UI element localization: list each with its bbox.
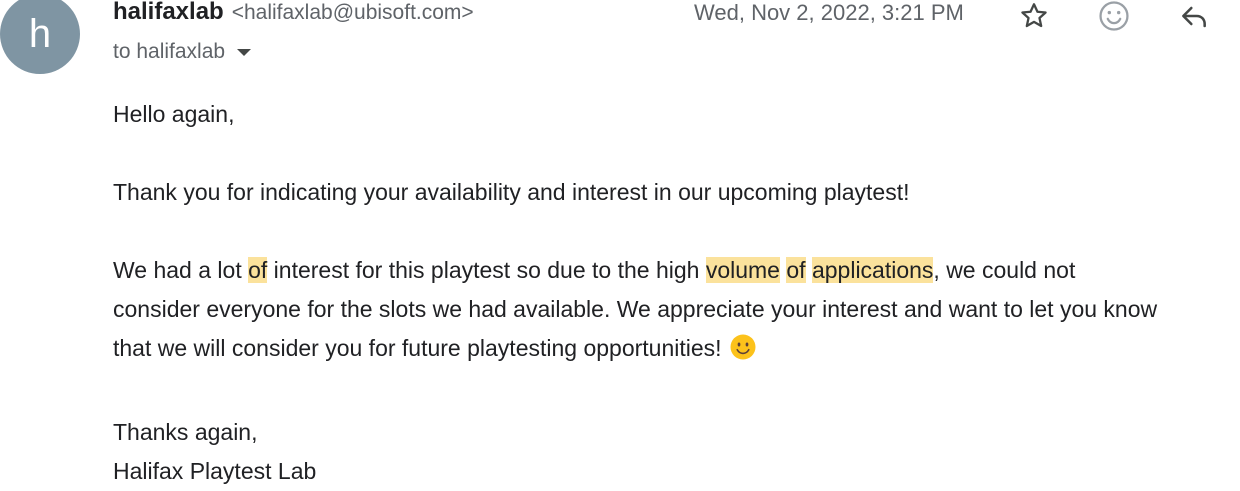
smiley-emoji-icon	[728, 332, 758, 374]
paragraph-info: We had a lot of interest for this playte…	[113, 251, 1240, 374]
text-segment: , we could not	[933, 257, 1076, 283]
dropdown-caret-icon[interactable]	[237, 48, 252, 56]
text-segment	[806, 257, 812, 283]
sender-email: <halifaxlab@ubisoft.com>	[231, 1, 474, 24]
search-highlight: of	[248, 257, 268, 283]
recipient-line: to halifaxlab	[113, 40, 252, 64]
message-date: Wed, Nov 2, 2022, 3:21 PM	[694, 0, 964, 25]
message-body: Hello again, Thank you for indicating yo…	[113, 95, 1240, 491]
reply-icon	[1182, 6, 1206, 28]
star-icon	[1021, 3, 1047, 28]
search-highlight: applications	[811, 257, 934, 283]
reply-button[interactable]	[1174, 0, 1214, 36]
avatar[interactable]: h	[0, 0, 80, 74]
greeting: Hello again,	[113, 101, 235, 127]
recipient-label: to halifaxlab	[113, 40, 226, 63]
emoji-reaction-icon	[1099, 1, 1129, 31]
text-segment: that we will consider you for future pla…	[113, 335, 722, 361]
search-highlight: volume	[705, 257, 780, 283]
closing: Thanks again,	[113, 419, 258, 445]
text-segment: We had a lot	[113, 257, 249, 283]
sender-name[interactable]: halifaxlab	[113, 0, 224, 26]
text-segment: interest for this playtest so due to the…	[267, 257, 706, 283]
signature: Halifax Playtest Lab	[113, 458, 317, 484]
paragraph-thanks: Thank you for indicating your availabili…	[113, 179, 910, 205]
search-highlight: of	[786, 257, 806, 283]
star-button[interactable]	[1014, 0, 1054, 36]
sender-line: halifaxlab <halifaxlab@ubisoft.com>	[113, 0, 474, 28]
text-segment: consider everyone for the slots we had a…	[113, 296, 1158, 322]
add-reaction-button[interactable]	[1094, 0, 1134, 36]
